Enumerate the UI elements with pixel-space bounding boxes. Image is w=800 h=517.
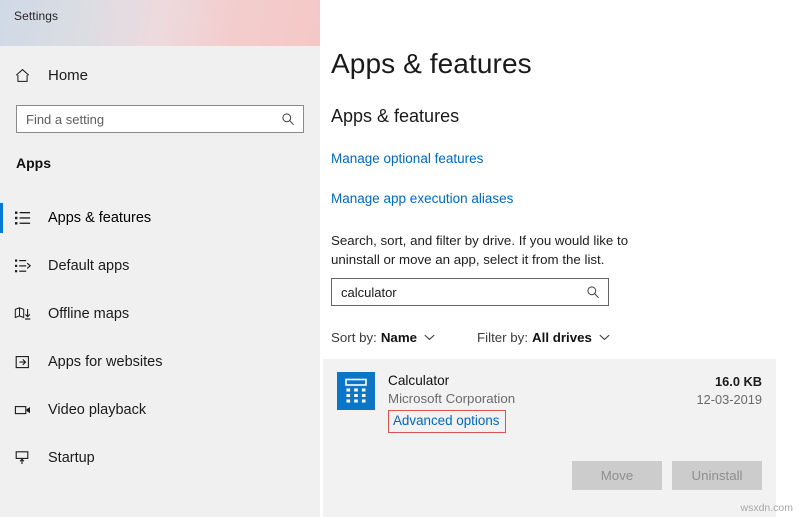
sidebar-item-video-playback[interactable]: Video playback (0, 386, 320, 434)
sidebar-label-offline-maps: Offline maps (48, 306, 129, 322)
app-meta: 16.0 KB 12-03-2019 (697, 372, 776, 433)
move-button[interactable]: Move (572, 461, 662, 490)
sidebar: Settings Home Apps (0, 0, 320, 517)
sort-by-dropdown[interactable]: Sort by: Name (331, 330, 435, 345)
apps-for-websites-icon (14, 354, 40, 370)
page-title: Apps & features (331, 48, 532, 80)
advanced-options-highlight: Advanced options (388, 410, 506, 433)
sidebar-label-default-apps: Default apps (48, 258, 129, 274)
manage-optional-features-link[interactable]: Manage optional features (331, 151, 483, 166)
app-publisher: Microsoft Corporation (388, 390, 697, 408)
app-action-buttons: Move Uninstall (572, 461, 762, 490)
watermark: wsxdn.com (740, 502, 793, 514)
filter-by-value: All drives (532, 330, 592, 345)
uninstall-button[interactable]: Uninstall (672, 461, 762, 490)
filter-by-label: Filter by: (477, 330, 528, 345)
filter-by-dropdown[interactable]: Filter by: All drives (477, 330, 610, 345)
startup-monitor-icon (14, 450, 40, 466)
sidebar-label-apps-for-websites: Apps for websites (48, 354, 162, 370)
sidebar-nav: Apps & features Default apps (0, 194, 320, 482)
sidebar-home-label: Home (48, 67, 88, 84)
description-text: Search, sort, and filter by drive. If yo… (331, 231, 631, 269)
section-title: Apps & features (331, 106, 459, 127)
app-list-item[interactable]: Calculator Microsoft Corporation Advance… (323, 359, 776, 433)
sidebar-item-startup[interactable]: Startup (0, 434, 320, 482)
sidebar-section-heading: Apps (16, 155, 51, 171)
sidebar-label-video-playback: Video playback (48, 402, 146, 418)
advanced-options-link[interactable]: Advanced options (393, 413, 499, 428)
app-name: Calculator (388, 372, 697, 389)
sidebar-gradient-header (0, 0, 320, 46)
app-install-date: 12-03-2019 (697, 390, 762, 409)
chevron-down-icon[interactable] (424, 334, 435, 341)
list-icon (14, 210, 40, 226)
app-size: 16.0 KB (697, 373, 762, 390)
sidebar-label-apps-features: Apps & features (48, 210, 151, 226)
sidebar-item-default-apps[interactable]: Default apps (0, 242, 320, 290)
sidebar-item-apps-features[interactable]: Apps & features (0, 194, 320, 242)
app-search-input[interactable] (332, 285, 584, 300)
default-apps-icon (14, 258, 40, 274)
app-title: Settings (14, 9, 58, 23)
calculator-icon (337, 372, 375, 410)
map-download-icon (14, 306, 40, 322)
video-camera-icon (14, 402, 40, 418)
app-list-search-box[interactable] (331, 278, 609, 306)
main-content: Apps & features Apps & features Manage o… (320, 0, 800, 517)
sidebar-item-apps-for-websites[interactable]: Apps for websites (0, 338, 320, 386)
settings-window: Settings Home Apps (0, 0, 800, 517)
selected-accent-bar (0, 203, 3, 233)
settings-search-box[interactable] (16, 105, 304, 133)
app-info: Calculator Microsoft Corporation Advance… (388, 372, 697, 433)
search-icon[interactable] (279, 112, 303, 126)
manage-app-execution-aliases-link[interactable]: Manage app execution aliases (331, 191, 513, 206)
home-icon (14, 67, 40, 84)
app-list-panel: Calculator Microsoft Corporation Advance… (323, 359, 776, 517)
sidebar-item-home[interactable]: Home (0, 60, 320, 90)
search-icon[interactable] (584, 285, 608, 299)
search-input[interactable] (17, 112, 279, 127)
sort-by-label: Sort by: (331, 330, 377, 345)
sort-filter-row: Sort by: Name Filter by: All drives (331, 330, 610, 345)
chevron-down-icon[interactable] (599, 334, 610, 341)
sidebar-label-startup: Startup (48, 450, 95, 466)
sort-by-value: Name (381, 330, 417, 345)
sidebar-item-offline-maps[interactable]: Offline maps (0, 290, 320, 338)
